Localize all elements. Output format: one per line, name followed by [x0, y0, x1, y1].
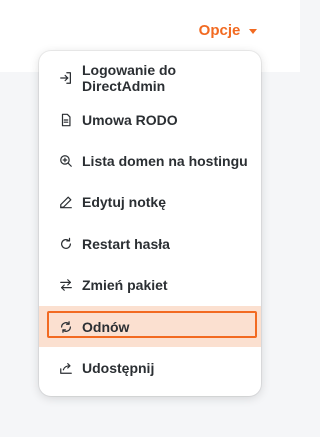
menu-item-domain-list[interactable]: Lista domen na hostingu: [39, 140, 261, 181]
menu-item-rodo-agreement[interactable]: Umowa RODO: [39, 99, 261, 140]
options-dropdown-button[interactable]: Opcje: [182, 13, 274, 47]
focus-ring: [47, 311, 257, 338]
menu-item-password-reset[interactable]: Restart hasła: [39, 223, 261, 264]
menu-item-label: Zmień pakiet: [82, 276, 168, 293]
menu-item-share[interactable]: Udostępnij: [39, 347, 261, 388]
zoom-in-icon: [59, 154, 73, 168]
refresh-icon: [59, 237, 73, 251]
menu-item-change-plan[interactable]: Zmień pakiet: [39, 264, 261, 305]
menu-item-label: Udostępnij: [82, 359, 155, 376]
caret-down-icon: [249, 28, 258, 34]
menu-item-label: Umowa RODO: [82, 111, 178, 128]
share-icon: [59, 361, 73, 375]
options-button-label: Opcje: [198, 21, 241, 39]
menu-item-label: Lista domen na hostingu: [82, 152, 248, 169]
menu-item-label: Restart hasła: [82, 235, 170, 252]
menu-item-label: Edytuj notkę: [82, 193, 167, 210]
pencil-icon: [59, 195, 73, 209]
menu-item-directadmin-login[interactable]: Logowanie do DirectAdmin: [39, 57, 261, 98]
options-menu: Logowanie do DirectAdmin Umowa RODO List…: [39, 51, 261, 396]
menu-item-label: Logowanie do DirectAdmin: [82, 61, 177, 94]
menu-item-renew[interactable]: Odnów: [39, 306, 261, 347]
login-icon: [59, 71, 73, 85]
menu-item-edit-note[interactable]: Edytuj notkę: [39, 181, 261, 222]
swap-icon: [59, 278, 73, 292]
document-icon: [59, 113, 73, 127]
